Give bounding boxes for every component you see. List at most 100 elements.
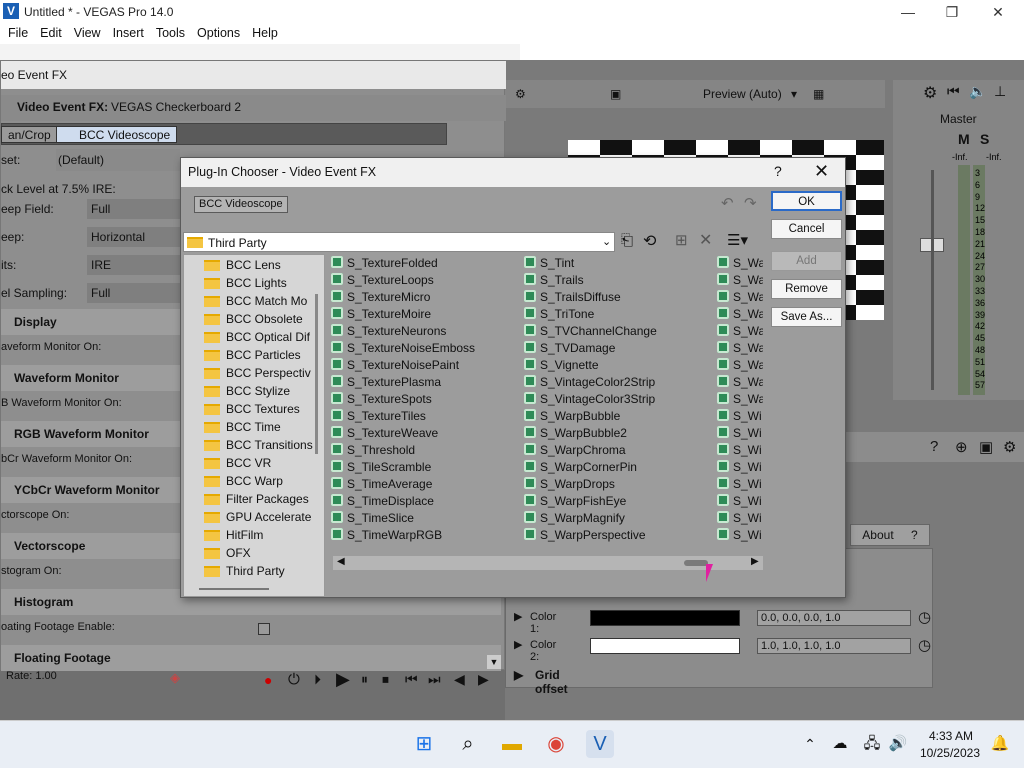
plugin-list-item[interactable]: S_Wa xyxy=(717,306,763,323)
plugin-list-item[interactable]: S_WarpChroma xyxy=(524,442,626,459)
plugin-list-item[interactable]: S_WarpFishEye xyxy=(524,493,626,510)
plugin-list-item[interactable]: S_Wi xyxy=(717,425,762,442)
next-icon[interactable]: ⏭ xyxy=(428,671,441,688)
tree-folder-item[interactable]: HitFilm xyxy=(204,526,263,544)
volume-icon[interactable]: 🔈 xyxy=(969,83,986,100)
loop-icon[interactable]: ⏻ xyxy=(288,671,300,688)
prev-icon[interactable]: ⏮ xyxy=(405,671,418,688)
restore-button[interactable]: ❐ xyxy=(942,3,962,21)
plugin-list-item[interactable]: S_Wa xyxy=(717,391,763,408)
plugin-list-item[interactable]: S_Wa xyxy=(717,255,763,272)
next-frame-icon[interactable]: ▶ xyxy=(478,671,489,688)
property-dropdown[interactable]: Full xyxy=(87,283,182,303)
plugin-list-item[interactable]: S_Wa xyxy=(717,374,763,391)
plugin-list-item[interactable]: S_Wa xyxy=(717,289,763,306)
cancel-button[interactable]: Cancel xyxy=(771,219,842,239)
menu-file[interactable]: File xyxy=(4,24,32,42)
tree-folder-item[interactable]: BCC VR xyxy=(204,454,271,472)
tree-folder-item[interactable]: BCC Time xyxy=(204,418,281,436)
plugin-list-item[interactable]: S_WarpCornerPin xyxy=(524,459,637,476)
clock-time[interactable]: 4:33 AM xyxy=(929,729,973,743)
tree-folder-item[interactable]: BCC Match Mo xyxy=(204,292,307,310)
plugin-list-item[interactable]: S_TextureTiles xyxy=(331,408,426,425)
plugin-list-item[interactable]: S_Wi xyxy=(717,476,762,493)
remove-button[interactable]: Remove xyxy=(771,279,842,299)
property-dropdown[interactable]: Full xyxy=(87,199,182,219)
mute-button[interactable]: M xyxy=(958,131,970,147)
chevron-down-icon[interactable]: ▾ xyxy=(791,80,797,108)
skip-icon[interactable]: ⏮ xyxy=(947,83,960,100)
solo-button[interactable]: S xyxy=(980,131,989,147)
grid-icon[interactable]: ▦ xyxy=(813,80,824,108)
notification-bell-icon[interactable]: 🔔 xyxy=(986,730,1014,758)
tree-folder-item[interactable]: BCC Lens xyxy=(204,256,281,274)
plugin-list-item[interactable]: S_Wa xyxy=(717,272,763,289)
menu-view[interactable]: View xyxy=(70,24,105,42)
pause-icon[interactable]: ⏸ xyxy=(361,671,368,688)
chevron-up-icon[interactable]: ⌃ xyxy=(796,730,824,758)
menu-tools[interactable]: Tools xyxy=(152,24,189,42)
tree-scrollbar[interactable] xyxy=(315,294,318,454)
tree-folder-item[interactable]: BCC Lights xyxy=(204,274,287,292)
color1-value[interactable]: 0.0, 0.0, 0.0, 1.0 xyxy=(757,610,911,626)
plugin-list-item[interactable]: S_TimeDisplace xyxy=(331,493,434,510)
plugin-list-item[interactable]: S_TextureNoisePaint xyxy=(331,357,459,374)
up-folder-icon[interactable]: ⎗ xyxy=(621,232,633,249)
floating-footage-checkbox[interactable] xyxy=(258,623,270,635)
plugin-list-item[interactable]: S_Wa xyxy=(717,340,763,357)
vegas-taskbar-icon[interactable]: V xyxy=(586,730,614,758)
plugin-list-item[interactable]: S_TextureNeurons xyxy=(331,323,446,340)
menu-insert[interactable]: Insert xyxy=(109,24,148,42)
plugin-list-item[interactable]: S_Wa xyxy=(717,357,763,374)
preset-dropdown[interactable]: (Default) xyxy=(56,149,180,171)
gear-icon[interactable]: ⚙ xyxy=(923,83,937,103)
tree-folder-item[interactable]: BCC Particles xyxy=(204,346,301,364)
plugin-list-item[interactable]: S_TexturePlasma xyxy=(331,374,441,391)
color2-value[interactable]: 1.0, 1.0, 1.0, 1.0 xyxy=(757,638,911,654)
plugin-list-item[interactable]: S_TimeWarpRGB xyxy=(331,527,442,544)
tree-folder-item[interactable]: BCC Transitions xyxy=(204,436,313,454)
plugin-list-item[interactable]: S_TimeAverage xyxy=(331,476,432,493)
plugin-list-item[interactable]: S_Threshold xyxy=(331,442,415,459)
plugin-list-item[interactable]: S_TextureLoops xyxy=(331,272,434,289)
plugin-list-item[interactable]: S_Wa xyxy=(717,323,763,340)
expand-icon[interactable]: ▶ xyxy=(514,668,523,682)
plugin-list-item[interactable]: S_TextureFolded xyxy=(331,255,438,272)
color2-swatch[interactable] xyxy=(590,638,740,654)
redo-chain-icon[interactable]: ↷ xyxy=(744,194,757,212)
clock-icon[interactable]: ◷ xyxy=(918,608,931,626)
cloud-icon[interactable]: ☁ xyxy=(826,730,854,758)
search-icon[interactable]: ⌕ xyxy=(454,730,482,758)
delete-icon[interactable]: ✕ xyxy=(699,230,712,250)
plugin-list-item[interactable]: S_VintageColor3Strip xyxy=(524,391,655,408)
tree-folder-item[interactable]: BCC Obsolete xyxy=(204,310,303,328)
plugin-list-item[interactable]: S_WarpDrops xyxy=(524,476,615,493)
tree-folder-item[interactable]: BCC Stylize xyxy=(204,382,290,400)
plugin-list-item[interactable]: S_TextureMoire xyxy=(331,306,431,323)
snap-icon[interactable]: ⊕ xyxy=(955,438,968,456)
expand-icon[interactable]: ▶ xyxy=(514,638,522,651)
plugin-list-item[interactable]: S_Wi xyxy=(717,408,762,425)
gear-icon[interactable]: ⚙ xyxy=(515,80,526,108)
chain-item-bcc-videoscope[interactable]: BCC Videoscope xyxy=(56,126,178,143)
list-scroll-thumb[interactable] xyxy=(684,560,708,566)
play-from-start-icon[interactable]: ⏵ xyxy=(314,671,321,688)
help-button[interactable]: ? xyxy=(774,163,782,179)
preview-icon[interactable]: ▣ xyxy=(979,438,993,456)
menu-edit[interactable]: Edit xyxy=(36,24,66,42)
dialog-close-button[interactable]: ✕ xyxy=(814,161,829,182)
expand-icon[interactable]: ▶ xyxy=(514,610,522,623)
preview-quality-dropdown[interactable]: Preview (Auto) xyxy=(703,80,782,108)
ok-button[interactable]: OK xyxy=(771,191,842,211)
undo-chain-icon[interactable]: ↶ xyxy=(721,194,734,212)
plugin-list-item[interactable]: S_WarpBubble xyxy=(524,408,620,425)
close-button[interactable]: ✕ xyxy=(988,3,1008,21)
tree-h-scrollbar[interactable] xyxy=(199,588,269,590)
tree-folder-item[interactable]: BCC Textures xyxy=(204,400,300,418)
scroll-right-arrow[interactable]: ▶ xyxy=(751,556,759,567)
plugin-list-item[interactable]: S_TextureWeave xyxy=(331,425,438,442)
network-icon[interactable]: 🖧 xyxy=(858,730,886,758)
windows-start-icon[interactable]: ⊞ xyxy=(410,730,438,758)
plugin-list-item[interactable]: S_TrailsDiffuse xyxy=(524,289,621,306)
scroll-left-arrow[interactable]: ◀ xyxy=(337,556,345,567)
